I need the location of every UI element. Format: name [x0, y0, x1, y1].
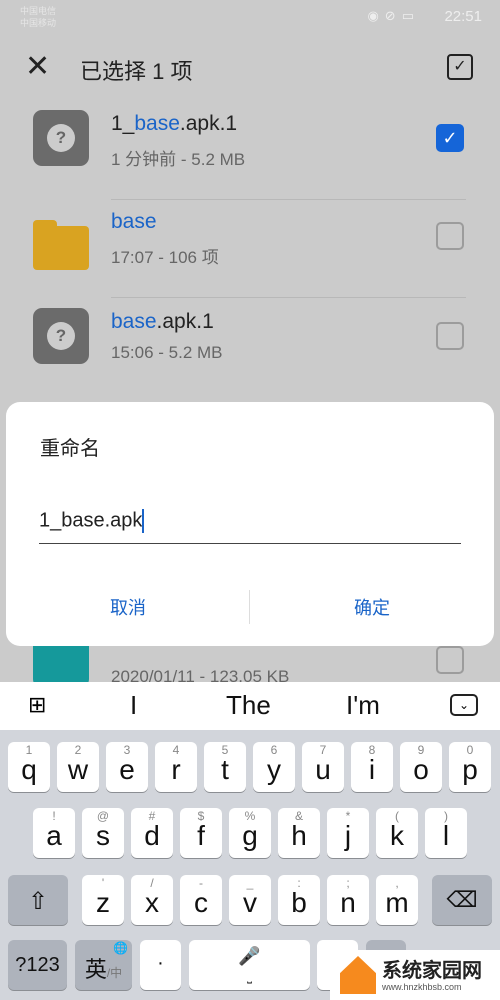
space-icon: ⎵ — [247, 970, 252, 984]
file-name: 1_base.apk.1 — [111, 112, 238, 135]
folder-icon — [33, 220, 89, 270]
file-meta: 15:06 - 5.2 MB — [111, 343, 223, 362]
key-y[interactable]: 6y — [253, 742, 295, 792]
key-i[interactable]: 8i — [351, 742, 393, 792]
watermark-text: 系统家园网 — [382, 960, 482, 982]
watermark: 系统家园网 www.hnzkhbsb.com — [330, 950, 500, 1000]
file-name: base — [111, 210, 157, 234]
page-title: 已选择 1 项 — [80, 59, 193, 84]
key-h[interactable]: & h — [278, 808, 320, 858]
clock: 22:51 — [444, 8, 482, 25]
checkbox[interactable]: ✓ — [436, 124, 464, 152]
key-l[interactable]: ) l — [425, 808, 467, 858]
key-d[interactable]: # d — [131, 808, 173, 858]
apps-grid-icon[interactable]: ⊞ — [28, 692, 46, 718]
close-icon[interactable]: ✕ — [25, 52, 50, 82]
shift-key[interactable]: ⇧ — [8, 875, 68, 925]
file-name: base.apk.1 — [111, 310, 214, 333]
dialog-title: 重命名 — [40, 438, 100, 460]
key-n[interactable]: ; n — [327, 875, 369, 925]
suggestion[interactable]: I — [130, 690, 137, 721]
key-z[interactable]: ' z — [82, 875, 124, 925]
file-row[interactable]: base 17:07 - 106 项 — [0, 198, 500, 298]
search-highlight: base — [134, 112, 180, 135]
key-q[interactable]: 1q — [8, 742, 50, 792]
file-meta: 1 分钟前 - 5.2 MB — [111, 150, 246, 169]
file-meta: 17:07 - 106 项 — [111, 248, 219, 267]
status-icons: ◉⊘▭ — [367, 8, 420, 24]
key-s[interactable]: @ s — [82, 808, 124, 858]
eye-icon: ◉ — [367, 8, 385, 23]
checkbox[interactable] — [436, 646, 464, 674]
key-m[interactable]: ,m — [376, 875, 418, 925]
file-row[interactable]: ? base.apk.1 15:06 - 5.2 MB — [0, 298, 500, 398]
key-j[interactable]: * j — [327, 808, 369, 858]
backspace-key[interactable]: ⌫ — [432, 875, 492, 925]
space-key[interactable]: 🎤 ⎵ — [189, 940, 310, 990]
key-c[interactable]: -c — [180, 875, 222, 925]
rename-input[interactable]: 1_base.apk — [39, 504, 461, 544]
unknown-file-icon: ? — [33, 308, 89, 364]
key-e[interactable]: 3e — [106, 742, 148, 792]
key-r[interactable]: 4r — [155, 742, 197, 792]
key-x[interactable]: / x — [131, 875, 173, 925]
suggestion[interactable]: I'm — [346, 690, 380, 721]
key-p[interactable]: 0p — [449, 742, 491, 792]
rename-input-value: 1_base.apk — [39, 509, 143, 532]
file-row[interactable]: ? 1_base.apk.1 1 分钟前 - 5.2 MB ✓ — [0, 100, 500, 200]
key-k[interactable]: (k — [376, 808, 418, 858]
key-w[interactable]: 2w — [57, 742, 99, 792]
period-key[interactable]: · — [140, 940, 181, 990]
key-t[interactable]: 5t — [204, 742, 246, 792]
key-g[interactable]: % g — [229, 808, 271, 858]
cancel-button[interactable]: 取消 — [6, 594, 250, 620]
checkbox[interactable] — [436, 322, 464, 350]
key-a[interactable]: ! a — [33, 808, 75, 858]
microphone-icon: 🎤 — [238, 946, 261, 966]
suggestion[interactable]: The — [226, 690, 271, 721]
key-b[interactable]: :b — [278, 875, 320, 925]
rename-dialog: 重命名 1_base.apk 取消 确定 — [6, 402, 494, 646]
globe-icon: 🌐 — [113, 941, 128, 955]
key-v[interactable]: _ v — [229, 875, 271, 925]
carrier-info: 中国电信 中国移动 — [20, 6, 57, 28]
text-caret — [142, 509, 145, 533]
battery-icon: ▭ — [401, 8, 420, 23]
watermark-url: www.hnzkhbsb.com — [382, 982, 462, 992]
search-highlight: base — [111, 310, 157, 333]
key-o[interactable]: 9o — [400, 742, 442, 792]
key-f[interactable]: $ f — [180, 808, 222, 858]
collapse-keyboard-icon[interactable]: ⌄ — [450, 694, 478, 716]
language-key[interactable]: 英/中 🌐 — [75, 940, 132, 990]
shift-icon: ⇧ — [27, 888, 49, 915]
symbols-key[interactable]: ?123 — [8, 940, 67, 990]
backspace-icon: ⌫ — [446, 887, 478, 912]
key-u[interactable]: 7u — [302, 742, 344, 792]
unknown-file-icon: ? — [33, 110, 89, 166]
suggestion-bar: ⊞ I The I'm ⌄ — [0, 682, 500, 730]
mute-icon: ⊘ — [384, 8, 402, 23]
watermark-logo — [340, 956, 376, 994]
checkbox[interactable] — [436, 222, 464, 250]
status-bar: 中国电信 中国移动 ◉⊘▭ 22:51 — [0, 0, 500, 35]
search-highlight: base — [111, 210, 157, 233]
select-all-icon[interactable]: ✓ — [447, 54, 473, 80]
confirm-button[interactable]: 确定 — [250, 594, 494, 620]
